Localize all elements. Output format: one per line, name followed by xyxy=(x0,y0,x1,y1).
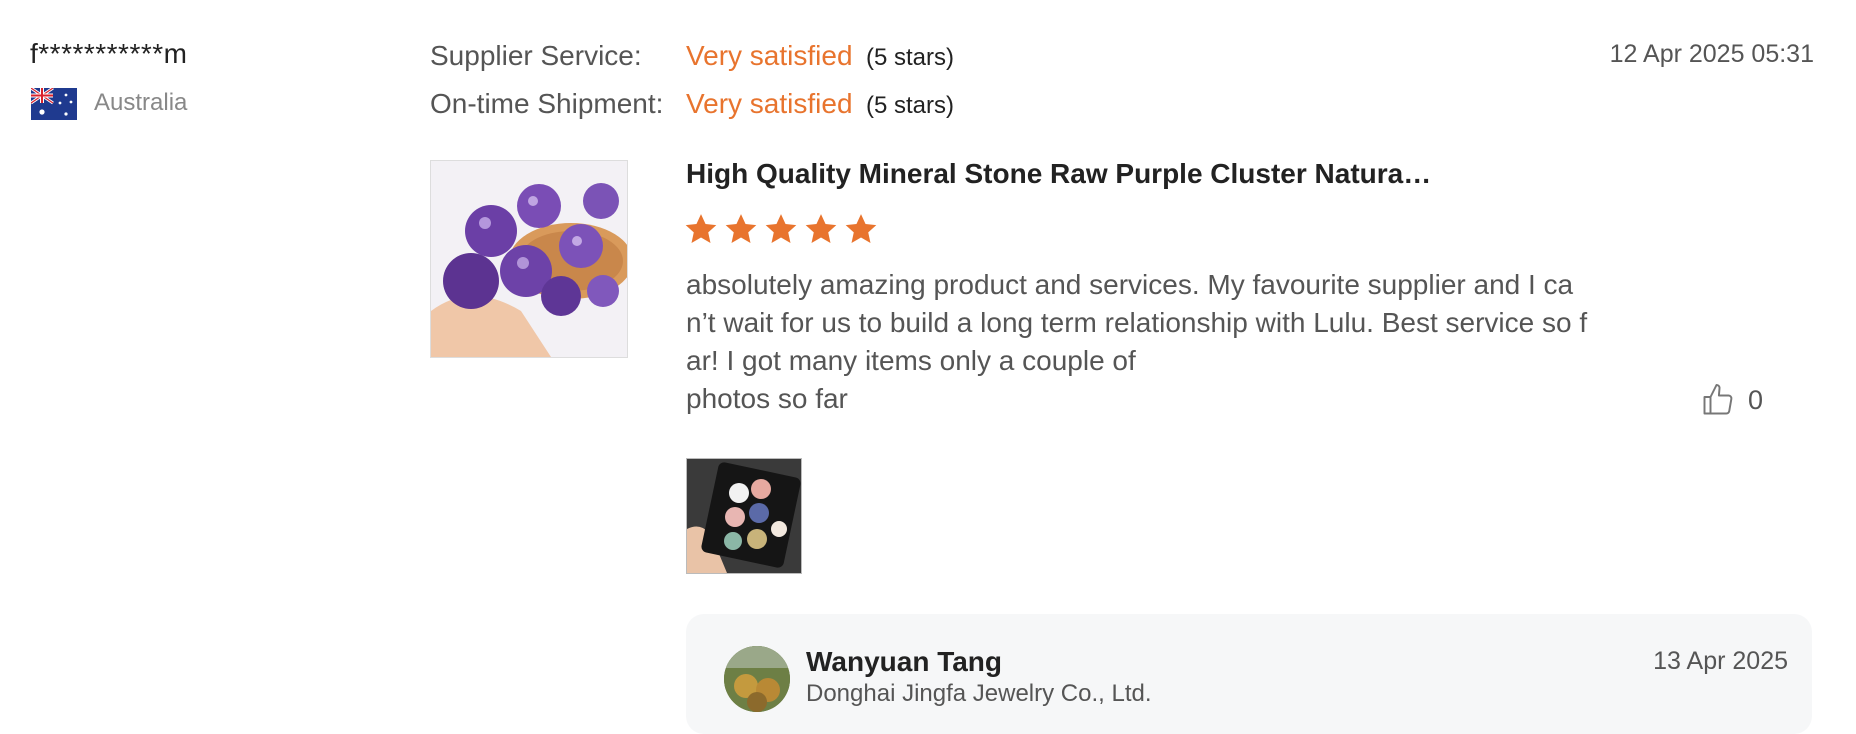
star-icon xyxy=(845,214,877,244)
reply-author-name: Wanyuan Tang xyxy=(806,646,1002,677)
avatar xyxy=(724,646,790,712)
product-title[interactable]: High Quality Mineral Stone Raw Purple Cl… xyxy=(686,158,1431,190)
review-text: absolutely amazing product and services.… xyxy=(686,266,1588,418)
review-text-line: ar! I got many items only a couple of xyxy=(686,345,1136,376)
review-photo-graphic xyxy=(687,459,801,573)
star-icon xyxy=(765,214,797,244)
australia-flag-icon xyxy=(31,88,77,120)
supplier-service-value: Very satisfied xyxy=(686,40,853,71)
star-icon xyxy=(805,214,837,244)
thumbs-up-icon xyxy=(1703,384,1733,415)
product-image[interactable] xyxy=(430,160,628,358)
shipment-stars: (5 stars) xyxy=(866,92,955,119)
avatar-graphic xyxy=(724,646,790,712)
like-button[interactable]: 0 xyxy=(1700,382,1763,418)
product-image-graphic xyxy=(431,161,627,357)
shipment-value: Very satisfied xyxy=(686,88,853,119)
supplier-service-stars: (5 stars) xyxy=(866,44,955,71)
review-text-line: absolutely amazing product and services.… xyxy=(686,269,1574,300)
like-count: 0 xyxy=(1748,384,1764,415)
reply-date: 13 Apr 2025 xyxy=(1653,647,1788,675)
star-icon xyxy=(685,214,717,244)
supplier-service-label: Supplier Service: xyxy=(430,40,642,71)
review-text-line: n’t wait for us to build a long term rel… xyxy=(686,307,1588,338)
shipment-label: On-time Shipment: xyxy=(430,88,664,119)
review-date: 12 Apr 2025 05:31 xyxy=(1609,40,1814,68)
review-star-rating xyxy=(684,212,878,246)
star-icon xyxy=(725,214,757,244)
reviewer-country: Australia xyxy=(94,89,188,116)
review-text-line: photos so far xyxy=(686,383,848,414)
reviewer-name: f***********m xyxy=(30,38,188,69)
review-photo[interactable] xyxy=(686,458,802,574)
